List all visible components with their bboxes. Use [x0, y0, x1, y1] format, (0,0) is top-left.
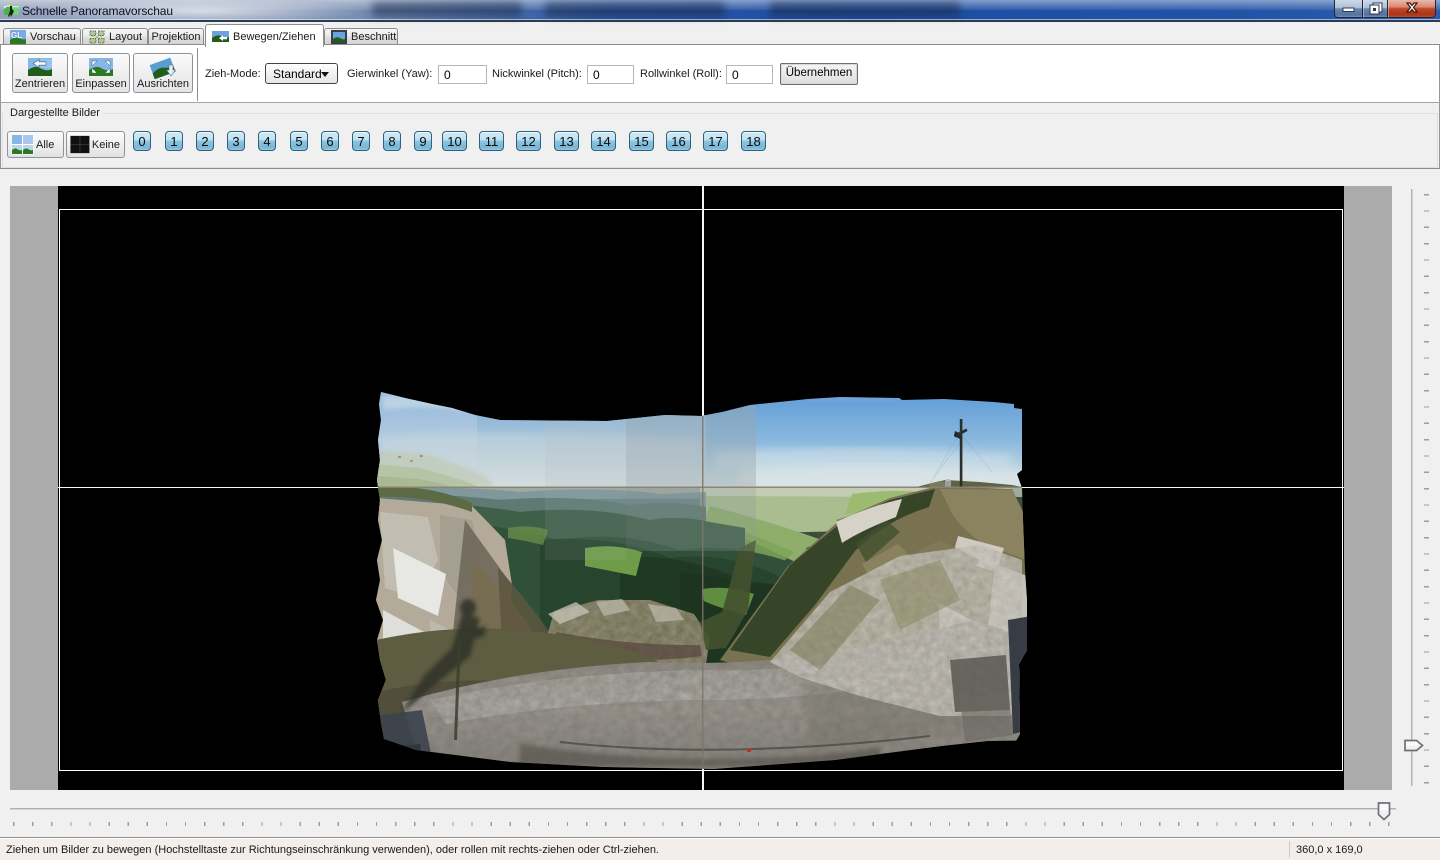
svg-text:GL: GL [11, 31, 22, 40]
